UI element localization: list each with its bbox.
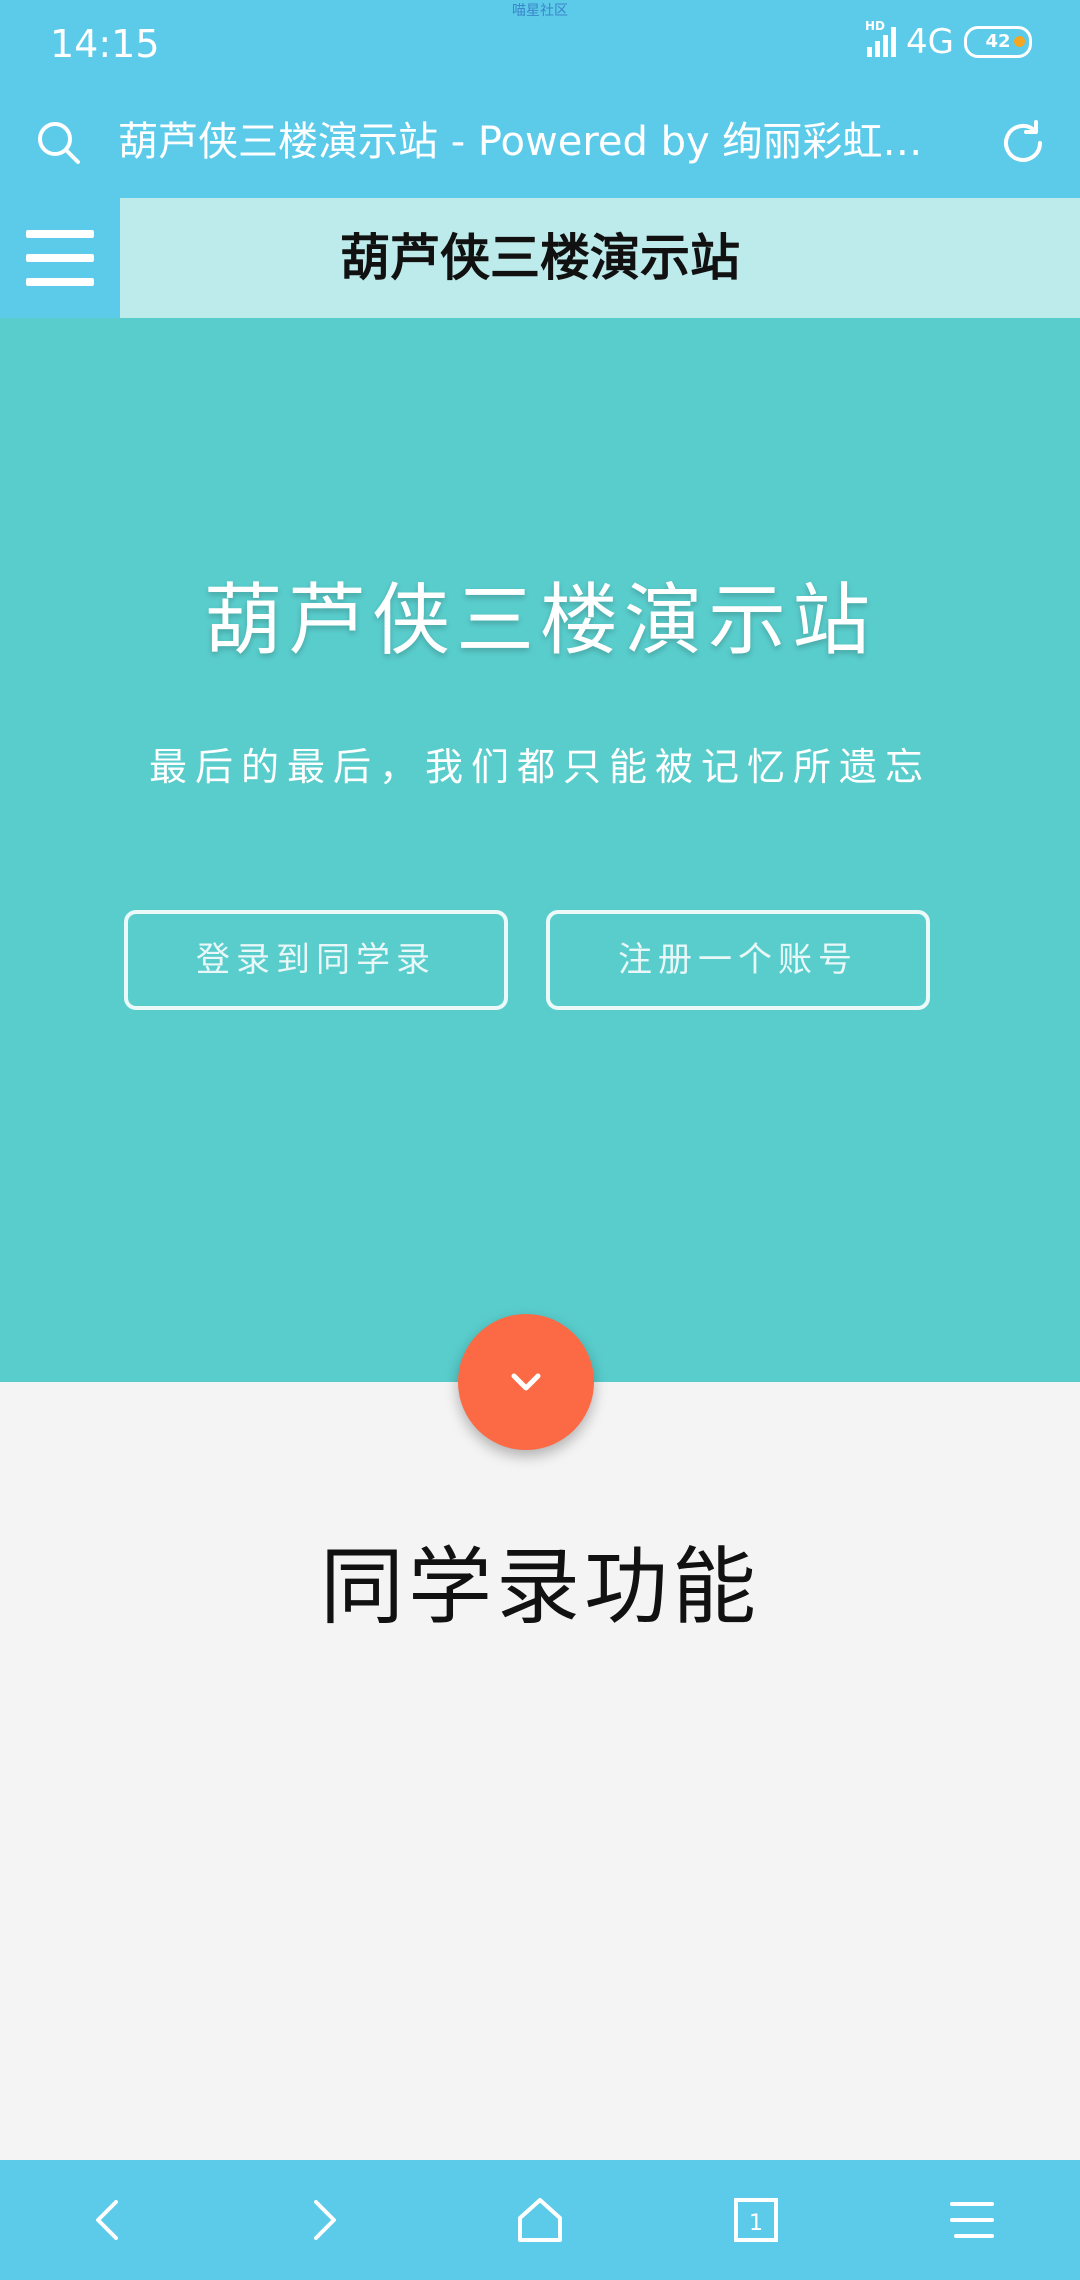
tab-count: 1 [749,2211,763,2236]
browser-address-bar: 葫芦侠三楼演示站 - Powered by 绚丽彩虹… [0,88,1080,198]
menu-icon[interactable] [932,2180,1012,2260]
home-icon[interactable] [500,2180,580,2260]
browser-bottom-nav: 1 [0,2160,1080,2280]
menu-bar [26,230,94,238]
hamburger-menu-button[interactable] [0,198,120,318]
hero-title: 葫芦侠三楼演示站 [203,576,876,666]
scroll-down-button[interactable] [458,1314,594,1450]
status-indicators: HD 4G 42 [865,19,1032,62]
battery-level: 42 [985,31,1011,52]
status-time: 14:15 [50,22,160,66]
register-button[interactable]: 注册一个账号 [546,910,930,1010]
login-button[interactable]: 登录到同学录 [124,910,508,1010]
refresh-icon[interactable] [996,116,1050,170]
search-icon[interactable] [34,118,84,168]
tabs-icon[interactable]: 1 [716,2180,796,2260]
status-bar: 喵星社区 14:15 HD 4G 42 [0,0,1080,88]
hero-section: 葫芦侠三楼演示站 最后的最后，我们都只能被记忆所遗忘 登录到同学录 注册一个账号 [0,318,1080,1382]
site-title[interactable]: 葫芦侠三楼演示站 [120,198,960,318]
hero-subtitle: 最后的最后，我们都只能被记忆所遗忘 [148,745,931,789]
section-title: 同学录功能 [319,1538,760,1636]
site-header: 葫芦侠三楼演示站 [0,198,1080,318]
network-type: 4G [906,22,954,62]
page-title-field[interactable]: 葫芦侠三楼演示站 - Powered by 绚丽彩虹… [118,114,958,170]
charging-dot [1014,36,1025,47]
menu-bar [26,278,94,286]
forward-icon[interactable] [284,2180,364,2260]
menu-bar [26,254,94,262]
hd-label: HD [865,19,886,33]
chevron-down-icon [511,1373,541,1391]
watermark-text: 喵星社区 [512,3,568,19]
back-icon[interactable] [68,2180,148,2260]
battery-icon: 42 [964,26,1032,58]
signal-icon: HD [865,19,897,57]
